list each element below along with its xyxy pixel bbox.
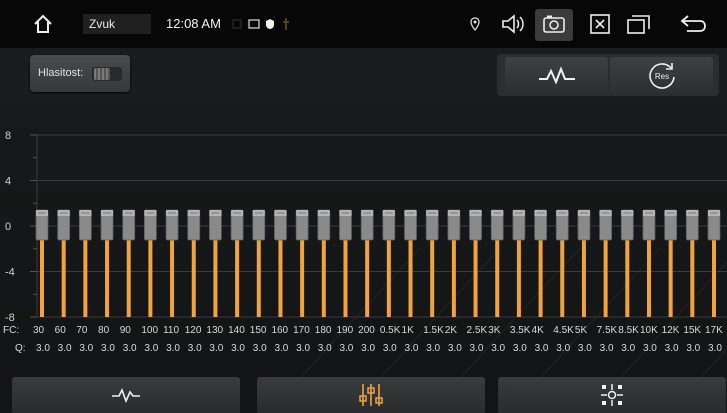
clock: 12:08 AM — [166, 16, 221, 31]
frequency-label: 170 — [293, 325, 310, 336]
q-value-label: 3.0 — [556, 343, 571, 354]
q-value-label: 3.0 — [577, 343, 592, 354]
status-bar: Zvuk 12:08 AM — [0, 0, 727, 48]
q-value-label: 3.0 — [36, 343, 50, 354]
q-value-label: 3.0 — [469, 343, 484, 354]
q-value-label: 3.0 — [512, 343, 527, 354]
q-value-label: 3.0 — [79, 343, 94, 354]
q-value-label: 3.0 — [57, 343, 72, 354]
q-value-label: 3.0 — [447, 343, 462, 354]
recent-apps-icon[interactable] — [625, 0, 653, 48]
sound-field-icon — [601, 384, 623, 406]
y-tick-label: -4 — [5, 267, 15, 279]
frequency-label: 3.5K — [509, 325, 531, 336]
frequency-label: 160 — [271, 325, 289, 336]
q-value-label: 3.0 — [426, 343, 441, 354]
frequency-label: 7.5K — [596, 325, 618, 336]
frequency-label: 150 — [249, 325, 267, 336]
eq-curve-tab-button[interactable] — [12, 377, 240, 413]
y-tick-label: -8 — [5, 312, 15, 324]
q-value-label: 3.0 — [101, 343, 115, 354]
frequency-label: 1K — [401, 325, 414, 336]
frequency-label: 1.5K — [423, 325, 444, 336]
frequency-label: 110 — [163, 325, 180, 336]
background-stripe — [619, 261, 727, 379]
frequency-label: 4.5K — [553, 325, 574, 336]
q-value-label: 3.0 — [317, 343, 332, 354]
frequency-label: 140 — [228, 325, 245, 336]
frequency-label: 70 — [76, 325, 88, 336]
fc-row-label: FC: — [3, 325, 20, 336]
frequency-label: 100 — [141, 325, 159, 336]
eq-graph: 8 4 0 -4 -8 — [5, 130, 727, 379]
frequency-label: 12K — [661, 325, 680, 336]
frequency-label: 200 — [358, 325, 375, 336]
screenshot-icon[interactable] — [540, 0, 568, 48]
sim-icon — [230, 0, 244, 48]
q-value-label: 3.0 — [708, 343, 722, 354]
q-value-label: 3.0 — [404, 343, 419, 354]
home-icon[interactable] — [28, 0, 58, 48]
q-value-label: 3.0 — [686, 343, 701, 354]
q-value-label: 3.0 — [209, 343, 224, 354]
frequency-label: 80 — [98, 325, 110, 336]
app-title: Zvuk — [83, 14, 151, 34]
frequency-label: 8.5K — [618, 325, 639, 336]
frequency-label: 90 — [119, 325, 131, 336]
frequency-label: 180 — [314, 325, 332, 336]
frequency-label: 2.5K — [466, 325, 488, 336]
frequency-label: 60 — [54, 325, 66, 336]
frequency-label: 4K — [531, 325, 544, 336]
usb-icon — [280, 0, 292, 48]
frequency-label: 17K — [705, 325, 723, 336]
background-stripe — [299, 247, 421, 379]
y-tick-label: 0 — [5, 221, 11, 233]
frequency-label: 15K — [683, 325, 702, 336]
shield-icon — [263, 0, 277, 48]
q-value-label: 3.0 — [166, 343, 180, 354]
q-value-label: 3.0 — [599, 343, 614, 354]
q-value-label: 3.0 — [664, 343, 679, 354]
frequency-label: 30 — [33, 325, 45, 336]
frequency-label: 190 — [336, 325, 354, 336]
eq-sliders-tab-button[interactable] — [257, 377, 485, 413]
background-stripe — [539, 247, 661, 379]
sound-field-tab-button[interactable] — [498, 377, 726, 413]
frequency-label: 3K — [488, 325, 501, 336]
q-value-label: 3.0 — [144, 343, 159, 354]
frequency-label: 10K — [639, 325, 658, 336]
frequency-label: 2K — [444, 325, 458, 336]
frequency-label: 5K — [574, 325, 588, 336]
waveform-icon — [112, 387, 140, 404]
q-value-label: 3.0 — [491, 343, 506, 354]
sliders-icon — [359, 384, 383, 406]
q-value-label: 3.0 — [534, 343, 549, 354]
volume-icon[interactable] — [500, 0, 526, 48]
frequency-label: 120 — [184, 325, 202, 336]
cast-icon — [247, 0, 261, 48]
equalizer-panel: Hlasitost: Res 8 4 0 -4 -8 FC: Q: 30 60 70 80 90… — [0, 48, 727, 413]
q-value-label: 3.0 — [231, 343, 245, 354]
q-value-label: 3.0 — [296, 343, 311, 354]
q-row-label: Q: — [15, 343, 26, 354]
q-value-label: 3.0 — [642, 343, 657, 354]
location-icon — [466, 0, 484, 48]
y-tick-label: 8 — [5, 130, 11, 142]
q-value-label: 3.0 — [122, 343, 137, 354]
q-value-label: 3.0 — [339, 343, 354, 354]
q-value-label: 3.0 — [274, 343, 289, 354]
y-tick-label: 4 — [5, 176, 11, 188]
q-value-label: 3.0 — [621, 343, 636, 354]
frequency-label: 130 — [206, 325, 224, 336]
q-value-label: 3.0 — [361, 343, 376, 354]
frequency-label: 0.5K — [379, 325, 401, 336]
q-value-label: 3.0 — [382, 343, 397, 354]
q-value-label: 3.0 — [187, 343, 202, 354]
back-icon[interactable] — [676, 0, 710, 48]
close-app-icon[interactable] — [588, 0, 612, 48]
background-stripe — [379, 247, 501, 379]
q-value-label: 3.0 — [252, 343, 267, 354]
